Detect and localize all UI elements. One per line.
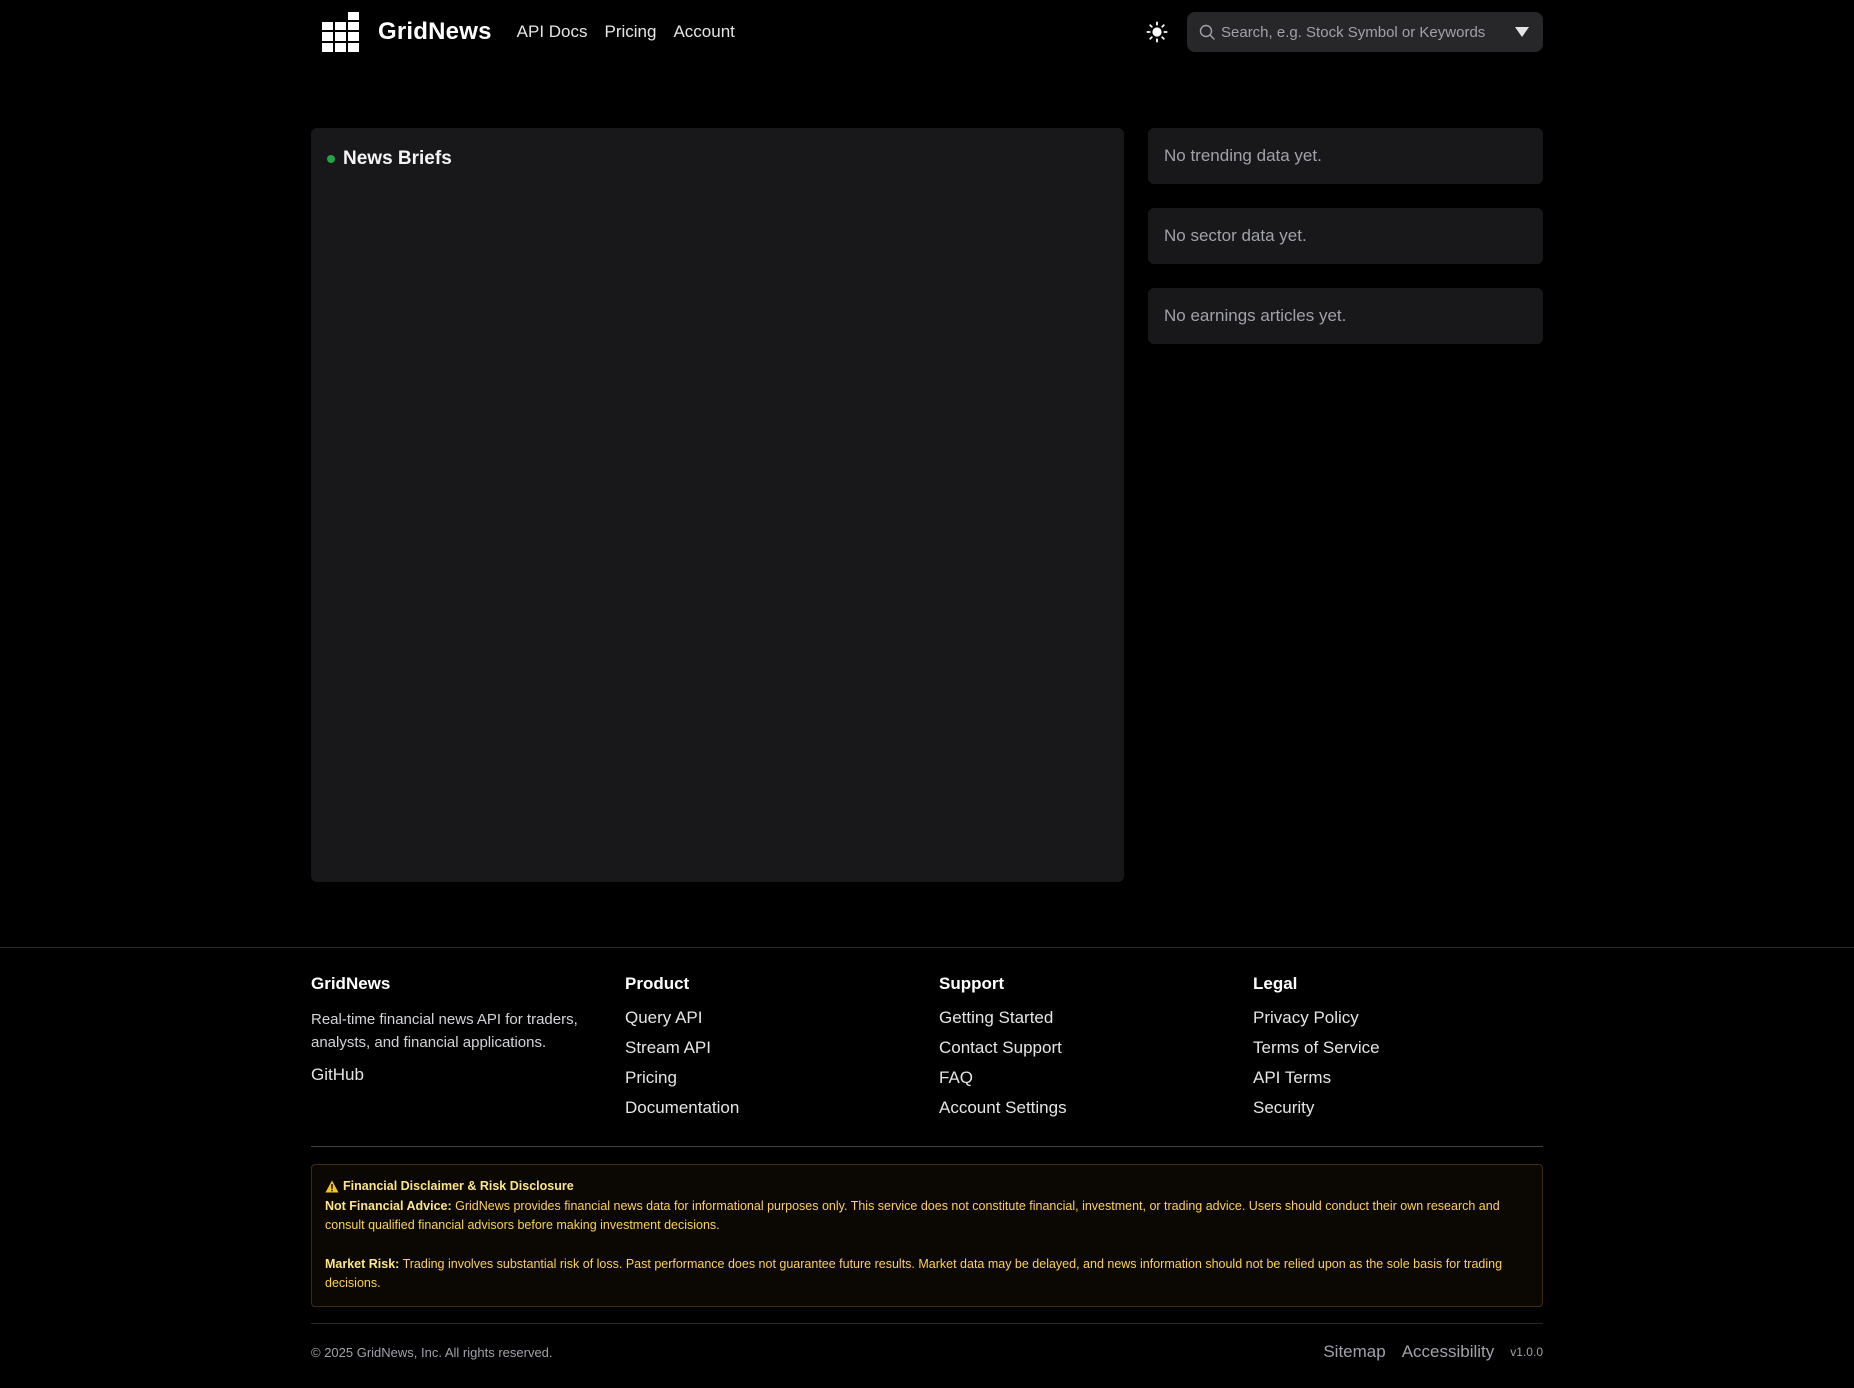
chevron-down-icon[interactable] [1515, 27, 1529, 37]
footer-product-column: Product Query API Stream API Pricing Doc… [625, 974, 739, 1128]
search-input[interactable] [1221, 23, 1507, 41]
sitemap-link[interactable]: Sitemap [1323, 1342, 1385, 1362]
grid-logo-icon [322, 12, 359, 52]
footer-brand-column: GridNews Real-time financial news API fo… [311, 974, 601, 1095]
copyright-text: © 2025 GridNews, Inc. All rights reserve… [311, 1344, 553, 1360]
footer-divider [0, 947, 1854, 948]
header-actions [1145, 12, 1543, 52]
brand-name: GridNews [378, 18, 492, 45]
version-label: v1.0.0 [1510, 1345, 1543, 1359]
top-navbar: GridNews API Docs Pricing Account [311, 0, 1543, 64]
not-financial-advice-paragraph: Not Financial Advice: GridNews provides … [325, 1197, 1529, 1236]
footer-description: Real-time financial news API for traders… [311, 1011, 578, 1051]
footer-link-getting-started[interactable]: Getting Started [939, 1008, 1067, 1027]
trending-card: No trending data yet. [1148, 128, 1543, 184]
live-status-dot [327, 155, 335, 163]
footer-product-heading: Product [625, 974, 690, 993]
news-briefs-header: News Briefs [327, 148, 452, 170]
footer-link-api-terms[interactable]: API Terms [1253, 1068, 1380, 1087]
footer-link-faq[interactable]: FAQ [939, 1068, 1067, 1087]
footer-legal-heading: Legal [1253, 974, 1298, 993]
disclaimer-title: Financial Disclaimer & Risk Disclosure [343, 1179, 574, 1193]
footer-link-stream-api[interactable]: Stream API [625, 1038, 739, 1057]
nav-pricing[interactable]: Pricing [605, 22, 657, 42]
github-link[interactable]: GitHub [311, 1065, 601, 1084]
footer-link-contact-support[interactable]: Contact Support [939, 1038, 1067, 1057]
footer-link-documentation[interactable]: Documentation [625, 1098, 739, 1117]
footer-bottom-bar: © 2025 GridNews, Inc. All rights reserve… [311, 1340, 1543, 1364]
footer-link-privacy-policy[interactable]: Privacy Policy [1253, 1008, 1380, 1027]
sun-icon [1146, 21, 1168, 43]
disclaimer-title-row: Financial Disclaimer & Risk Disclosure [325, 1177, 1529, 1197]
financial-disclaimer: Financial Disclaimer & Risk Disclosure N… [311, 1164, 1543, 1307]
advice-text: GridNews provides financial news data fo… [325, 1198, 1500, 1233]
earnings-card: No earnings articles yet. [1148, 288, 1543, 344]
news-briefs-panel: News Briefs [311, 128, 1124, 882]
footer-link-terms-of-service[interactable]: Terms of Service [1253, 1038, 1380, 1057]
search-icon [1199, 24, 1215, 40]
warning-icon [325, 1180, 339, 1193]
logo[interactable]: GridNews [311, 12, 492, 52]
search-box [1187, 12, 1543, 52]
nav-api-docs[interactable]: API Docs [517, 22, 588, 42]
footer-link-security[interactable]: Security [1253, 1098, 1380, 1117]
footer-link-pricing[interactable]: Pricing [625, 1068, 739, 1087]
bottom-separator [311, 1323, 1543, 1324]
accessibility-link[interactable]: Accessibility [1402, 1342, 1495, 1362]
footer-link-query-api[interactable]: Query API [625, 1008, 739, 1027]
market-risk-paragraph: Market Risk: Trading involves substantia… [325, 1255, 1529, 1294]
main-nav: API Docs Pricing Account [517, 22, 752, 42]
footer-legal-column: Legal Privacy Policy Terms of Service AP… [1253, 974, 1380, 1128]
news-briefs-title: News Briefs [343, 148, 452, 169]
risk-label: Market Risk: [325, 1256, 400, 1271]
nav-account[interactable]: Account [673, 22, 734, 42]
footer-brand: GridNews [311, 974, 391, 993]
footer-support-heading: Support [939, 974, 1005, 993]
bottom-links: Sitemap Accessibility v1.0.0 [1307, 1342, 1543, 1362]
footer-support-column: Support Getting Started Contact Support … [939, 974, 1067, 1128]
sector-card: No sector data yet. [1148, 208, 1543, 264]
theme-toggle-button[interactable] [1145, 20, 1169, 44]
footer-separator [311, 1146, 1543, 1147]
risk-text: Trading involves substantial risk of los… [325, 1256, 1503, 1291]
advice-label: Not Financial Advice: [325, 1198, 452, 1213]
footer-link-account-settings[interactable]: Account Settings [939, 1098, 1067, 1117]
